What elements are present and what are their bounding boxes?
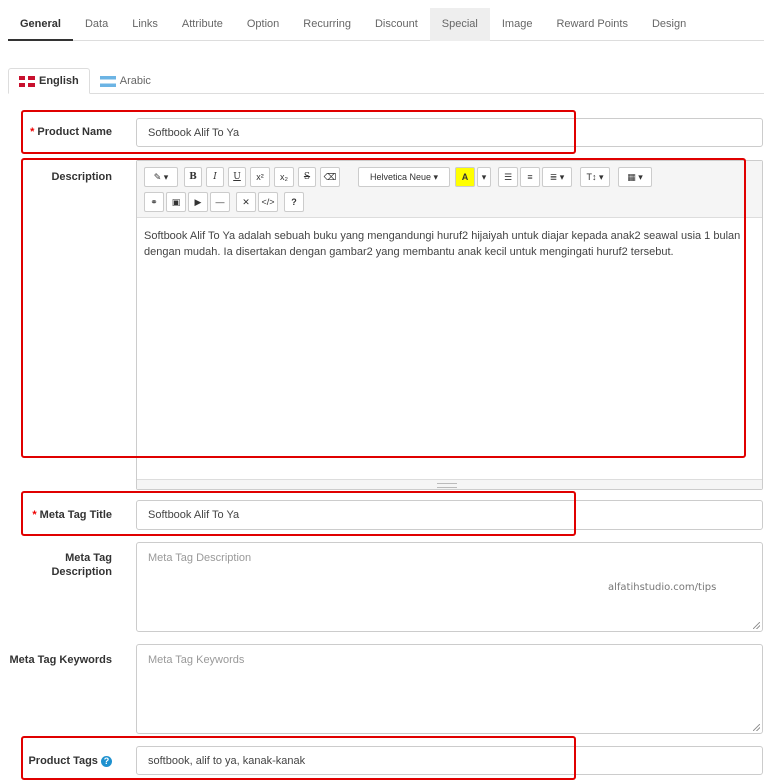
- magic-wand-icon: ✎ ▾: [153, 171, 169, 182]
- tab-special[interactable]: Special: [429, 8, 490, 41]
- line-height-dropdown[interactable]: T↕ ▾: [580, 167, 610, 187]
- picture-icon: ▣: [171, 196, 181, 207]
- meta-description-label: Meta Tag Description: [51, 552, 112, 578]
- clear-format-button[interactable]: ⌫: [320, 167, 340, 187]
- product-name-label: * Product Name: [20, 125, 112, 139]
- tab-design[interactable]: Design: [640, 8, 698, 41]
- image-button[interactable]: ▣: [166, 192, 186, 212]
- tab-attribute[interactable]: Attribute: [170, 8, 235, 41]
- product-tags-label: Product Tags ?: [16, 754, 112, 768]
- product-tags-label-text: Product Tags: [28, 755, 98, 767]
- tab-language-english[interactable]: English: [8, 68, 90, 94]
- meta-title-label-text: Meta Tag Title: [39, 509, 112, 521]
- subscript-button[interactable]: x₂: [274, 167, 294, 187]
- code-icon: </>: [261, 197, 275, 207]
- fullscreen-icon: ✕: [242, 196, 250, 207]
- required-mark: *: [32, 509, 40, 521]
- link-button[interactable]: ⚭: [144, 192, 164, 212]
- eraser-icon: ⌫: [323, 171, 337, 182]
- meta-keywords-label: Meta Tag Keywords: [9, 654, 113, 666]
- bold-button[interactable]: B: [184, 167, 202, 187]
- video-icon: ▶: [194, 196, 202, 207]
- question-circle-icon[interactable]: ?: [101, 755, 112, 767]
- italic-button[interactable]: I: [206, 167, 224, 187]
- superscript-button[interactable]: x²: [250, 167, 270, 187]
- tab-option[interactable]: Option: [235, 8, 291, 41]
- language-label: Arabic: [119, 75, 151, 87]
- font-color-dropdown[interactable]: ▾: [477, 167, 491, 187]
- ordered-list-button[interactable]: ≡: [520, 167, 540, 187]
- caret-down-icon: ▾: [481, 171, 487, 182]
- language-tabs: English Arabic: [8, 68, 764, 94]
- arabic-flag-icon: [99, 75, 116, 87]
- fullscreen-button[interactable]: ✕: [236, 192, 256, 212]
- watermark: alfatihstudio.com/tips: [608, 582, 717, 593]
- meta-title-label: * Meta Tag Title: [20, 508, 112, 522]
- product-name-value: Softbook Alif To Ya: [148, 126, 240, 139]
- meta-description-placeholder: Meta Tag Description: [148, 552, 252, 564]
- video-button[interactable]: ▶: [188, 192, 208, 212]
- paragraph-dropdown[interactable]: ≣ ▾: [542, 167, 572, 187]
- editor-toolbar: ✎ ▾ B I U x² x₂ S ⌫ Helvetica Neue ▾ A ▾…: [137, 161, 762, 218]
- meta-title-value: Softbook Alif To Ya: [148, 509, 240, 521]
- underline-button[interactable]: U: [228, 167, 246, 187]
- numbered-list-icon: ≡: [527, 172, 533, 182]
- help-button[interactable]: ?: [284, 192, 304, 212]
- tab-links[interactable]: Links: [120, 8, 170, 41]
- horizontal-rule-button[interactable]: —: [210, 192, 230, 212]
- link-icon: ⚭: [150, 196, 158, 207]
- product-tags-input[interactable]: softbook, alif to ya, kanak-kanak: [136, 746, 763, 775]
- tab-recurring[interactable]: Recurring: [291, 8, 363, 41]
- resize-handle-icon[interactable]: [753, 724, 760, 731]
- meta-keywords-placeholder: Meta Tag Keywords: [148, 654, 245, 666]
- uk-flag-icon: [19, 75, 35, 87]
- font-color-button[interactable]: A: [455, 167, 475, 187]
- table-icon: ▦ ▾: [627, 171, 643, 182]
- product-tags-value: softbook, alif to ya, kanak-kanak: [148, 754, 306, 767]
- code-view-button[interactable]: </>: [258, 192, 278, 212]
- meta-keywords-textarea[interactable]: Meta Tag Keywords: [136, 644, 763, 734]
- tab-discount[interactable]: Discount: [363, 8, 430, 41]
- minus-icon: —: [215, 197, 225, 207]
- tab-bar: General Data Links Attribute Option Recu…: [8, 8, 764, 41]
- tab-general[interactable]: General: [8, 8, 73, 41]
- unordered-list-button[interactable]: ☰: [498, 167, 518, 187]
- meta-title-input[interactable]: Softbook Alif To Ya: [136, 500, 763, 530]
- resize-handle-icon[interactable]: [753, 622, 760, 629]
- description-editor[interactable]: ✎ ▾ B I U x² x₂ S ⌫ Helvetica Neue ▾ A ▾…: [136, 160, 763, 490]
- strikethrough-button[interactable]: S: [298, 167, 316, 187]
- tab-image[interactable]: Image: [490, 8, 545, 41]
- language-label: English: [39, 75, 79, 87]
- product-name-label-text: Product Name: [37, 126, 112, 138]
- product-name-input[interactable]: Softbook Alif To Ya: [136, 118, 763, 147]
- description-content[interactable]: Softbook Alif To Ya adalah sebuah buku y…: [137, 218, 762, 270]
- align-icon: ≣ ▾: [549, 171, 565, 182]
- table-dropdown[interactable]: ▦ ▾: [618, 167, 652, 187]
- style-dropdown[interactable]: ✎ ▾: [144, 167, 178, 187]
- description-label: Description: [51, 171, 112, 183]
- editor-resize-handle[interactable]: [137, 479, 762, 489]
- tab-data[interactable]: Data: [73, 8, 120, 41]
- tab-reward-points[interactable]: Reward Points: [544, 8, 640, 41]
- tab-language-arabic[interactable]: Arabic: [90, 68, 161, 94]
- font-family-dropdown[interactable]: Helvetica Neue ▾: [358, 167, 450, 187]
- bullet-list-icon: ☰: [503, 171, 513, 182]
